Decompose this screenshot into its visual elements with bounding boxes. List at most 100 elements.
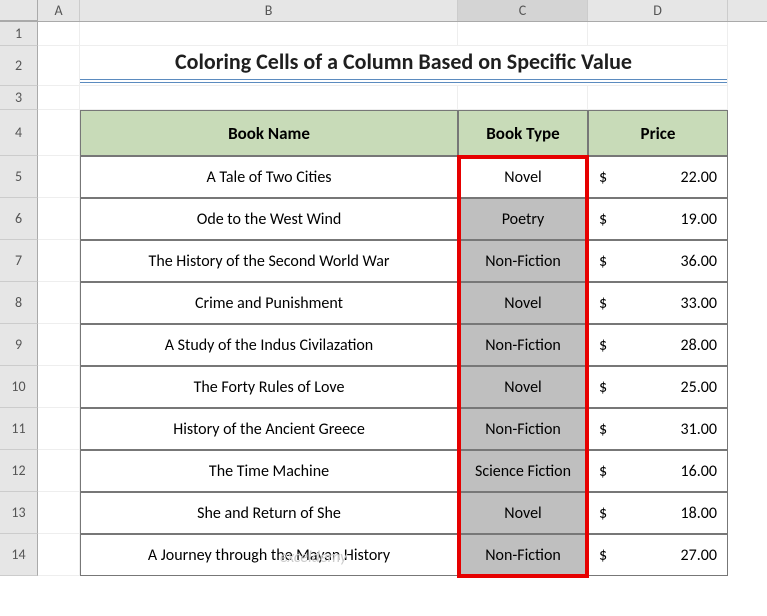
cell-a10[interactable] xyxy=(38,366,80,408)
price-value: 36.00 xyxy=(681,252,717,271)
currency-symbol: $ xyxy=(599,420,607,439)
cell-price[interactable]: $22.00 xyxy=(588,156,728,198)
col-header-d[interactable]: D xyxy=(588,0,728,21)
row-8: 8 Crime and PunishmentNovel$33.00 xyxy=(0,282,767,324)
cell-a9[interactable] xyxy=(38,324,80,366)
row-2: 2 Coloring Cells of a Column Based on Sp… xyxy=(0,46,767,86)
cell-price[interactable]: $25.00 xyxy=(588,366,728,408)
cell-book-type[interactable]: Novel xyxy=(458,282,588,324)
cell-book-name[interactable]: She and Return of She xyxy=(80,492,458,534)
row-header-12[interactable]: 12 xyxy=(0,450,38,492)
row-11: 11 History of the Ancient GreeceNon-Ficti… xyxy=(0,408,767,450)
currency-symbol: $ xyxy=(599,294,607,313)
row-header-13[interactable]: 13 xyxy=(0,492,38,534)
price-value: 19.00 xyxy=(681,210,717,229)
cell-book-name[interactable]: Ode to the West Wind xyxy=(80,198,458,240)
cell-a2[interactable] xyxy=(38,46,80,86)
cell-c1[interactable] xyxy=(458,22,588,46)
row-13: 13 She and Return of SheNovel$18.00 xyxy=(0,492,767,534)
row-7: 7 The History of the Second World WarNon-… xyxy=(0,240,767,282)
title-cell[interactable]: Coloring Cells of a Column Based on Spec… xyxy=(80,46,728,86)
col-header-b[interactable]: B xyxy=(80,0,458,21)
cell-book-type[interactable]: Non-Fiction xyxy=(458,408,588,450)
col-header-c[interactable]: C xyxy=(458,0,588,21)
row-header-10[interactable]: 10 xyxy=(0,366,38,408)
cell-book-name[interactable]: History of the Ancient Greece xyxy=(80,408,458,450)
row-header-5[interactable]: 5 xyxy=(0,156,38,198)
cell-b1[interactable] xyxy=(80,22,458,46)
cell-a4[interactable] xyxy=(38,110,80,156)
price-value: 31.00 xyxy=(681,420,717,439)
cell-book-name[interactable]: The Forty Rules of Love xyxy=(80,366,458,408)
cell-book-name[interactable]: A Tale of Two Cities xyxy=(80,156,458,198)
cell-a5[interactable] xyxy=(38,156,80,198)
cell-book-type[interactable]: Non-Fiction xyxy=(458,534,588,576)
cell-book-name[interactable]: A Journey through the Mayan History xyxy=(80,534,458,576)
row-6: 6 Ode to the West WindPoetry$19.00 xyxy=(0,198,767,240)
row-header-14[interactable]: 14 xyxy=(0,534,38,576)
cell-book-name[interactable]: A Study of the Indus Civilazation xyxy=(80,324,458,366)
cell-a1[interactable] xyxy=(38,22,80,46)
row-header-2[interactable]: 2 xyxy=(0,46,38,86)
cell-book-type[interactable]: Novel xyxy=(458,492,588,534)
currency-symbol: $ xyxy=(599,546,607,565)
cell-price[interactable]: $31.00 xyxy=(588,408,728,450)
cell-b3[interactable] xyxy=(80,86,458,110)
cell-d1[interactable] xyxy=(588,22,728,46)
cell-a12[interactable] xyxy=(38,450,80,492)
cell-book-type[interactable]: Poetry xyxy=(458,198,588,240)
cell-book-type[interactable]: Science Fiction xyxy=(458,450,588,492)
price-value: 16.00 xyxy=(681,462,717,481)
row-header-6[interactable]: 6 xyxy=(0,198,38,240)
header-book-type[interactable]: Book Type xyxy=(458,110,588,156)
currency-symbol: $ xyxy=(599,462,607,481)
row-3: 3 xyxy=(0,86,767,110)
cell-a13[interactable] xyxy=(38,492,80,534)
row-header-4[interactable]: 4 xyxy=(0,110,38,156)
cell-price[interactable]: $28.00 xyxy=(588,324,728,366)
currency-symbol: $ xyxy=(599,168,607,187)
row-5: 5A Tale of Two CitiesNovel$22.00 xyxy=(0,156,767,198)
watermark: exceldemy xyxy=(280,548,347,567)
row-header-1[interactable]: 1 xyxy=(0,22,38,46)
header-price[interactable]: Price xyxy=(588,110,728,156)
row-header-8[interactable]: 8 xyxy=(0,282,38,324)
cell-book-name[interactable]: Crime and Punishment xyxy=(80,282,458,324)
cell-book-type[interactable]: Non-Fiction xyxy=(458,324,588,366)
header-book-name[interactable]: Book Name xyxy=(80,110,458,156)
cell-book-name[interactable]: The History of the Second World War xyxy=(80,240,458,282)
cell-book-type[interactable]: Novel xyxy=(458,366,588,408)
col-header-a[interactable]: A xyxy=(38,0,80,21)
cell-a3[interactable] xyxy=(38,86,80,110)
column-headers-row: A B C D xyxy=(0,0,767,22)
cell-book-type[interactable]: Novel xyxy=(458,156,588,198)
cell-price[interactable]: $16.00 xyxy=(588,450,728,492)
row-header-11[interactable]: 11 xyxy=(0,408,38,450)
cell-price[interactable]: $19.00 xyxy=(588,198,728,240)
row-10: 10 The Forty Rules of LoveNovel$25.00 xyxy=(0,366,767,408)
cell-book-type[interactable]: Non-Fiction xyxy=(458,240,588,282)
row-4: 4 Book Name Book Type Price xyxy=(0,110,767,156)
corner-cell[interactable] xyxy=(0,0,38,21)
row-12: 12The Time MachineScience Fiction$16.00 xyxy=(0,450,767,492)
row-header-7[interactable]: 7 xyxy=(0,240,38,282)
row-header-9[interactable]: 9 xyxy=(0,324,38,366)
currency-symbol: $ xyxy=(599,252,607,271)
cell-price[interactable]: $33.00 xyxy=(588,282,728,324)
row-header-3[interactable]: 3 xyxy=(0,86,38,110)
price-value: 22.00 xyxy=(681,168,717,187)
price-value: 25.00 xyxy=(681,378,717,397)
cell-a8[interactable] xyxy=(38,282,80,324)
cell-c3[interactable] xyxy=(458,86,588,110)
row-14: 14 A Journey through the Mayan HistoryNon… xyxy=(0,534,767,576)
cell-book-name[interactable]: The Time Machine xyxy=(80,450,458,492)
cell-a14[interactable] xyxy=(38,534,80,576)
cell-a11[interactable] xyxy=(38,408,80,450)
cell-a6[interactable] xyxy=(38,198,80,240)
cell-d3[interactable] xyxy=(588,86,728,110)
cell-a7[interactable] xyxy=(38,240,80,282)
cell-price[interactable]: $18.00 xyxy=(588,492,728,534)
cell-price[interactable]: $36.00 xyxy=(588,240,728,282)
price-value: 18.00 xyxy=(681,504,717,523)
cell-price[interactable]: $27.00 xyxy=(588,534,728,576)
